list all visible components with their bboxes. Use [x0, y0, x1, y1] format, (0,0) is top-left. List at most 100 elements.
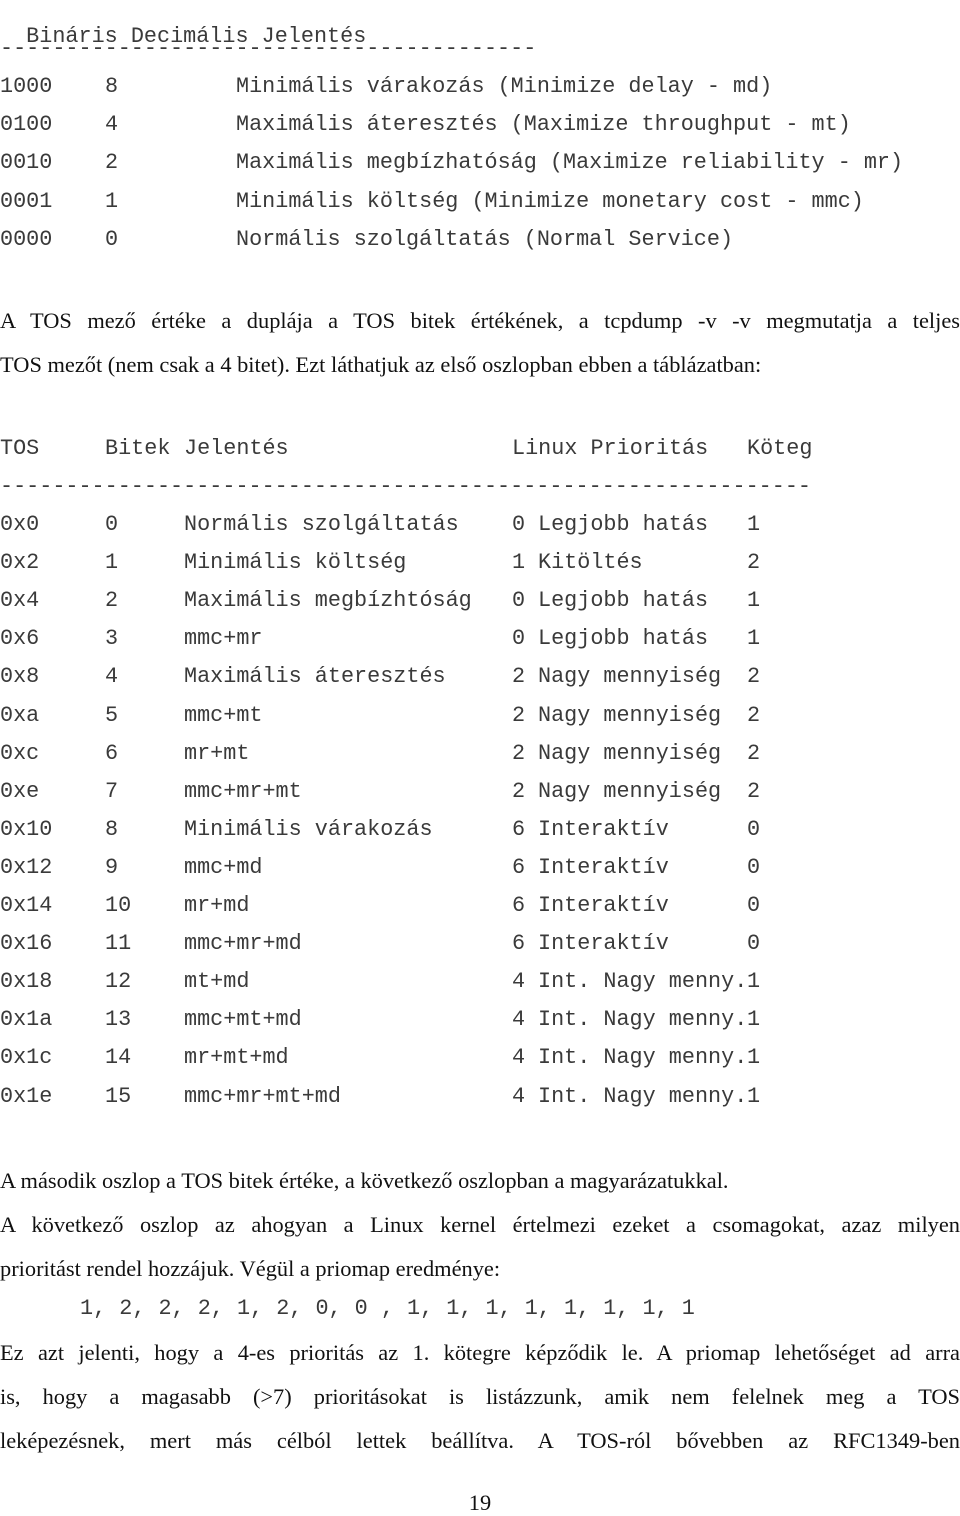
table2-cell-prio-name: Interaktív — [538, 854, 669, 880]
table1-row: 0000 0 Normális szolgáltatás (Normal Servi… — [0, 227, 960, 253]
table2-cell-prio: 2 — [512, 778, 526, 804]
table2-cell-bits: 15 — [105, 1083, 132, 1109]
table2-cell-prio: 4 — [512, 1007, 526, 1033]
table2-cell-band: 0 — [747, 816, 761, 842]
table2-cell-prio-name: Int. Nagy menny. — [538, 1007, 748, 1033]
priomap-values: 1, 2, 2, 2, 1, 2, 0, 0 , 1, 1, 1, 1, 1, … — [80, 1296, 695, 1321]
table2-cell-band: 1 — [747, 1045, 761, 1071]
table2-cell-bits: 10 — [105, 893, 132, 918]
table2-cell-meaning: mr+mt — [184, 740, 250, 766]
table2-cell-band: 2 — [747, 550, 761, 576]
table2-cell-tos: 0xe — [0, 778, 40, 804]
table1-separator: ----------------------------------------… — [0, 36, 537, 61]
table2-cell-meaning: mmc+md — [184, 854, 263, 880]
table2-row: 0xc 6 mr+mt 2 Nagy mennyiség 2 — [0, 741, 960, 767]
table2-cell-prio: 2 — [512, 702, 526, 728]
table2-cell-tos: 0x6 — [0, 626, 40, 652]
table1-row: 0100 4 Maximális áteresztés (Maximize thro… — [0, 112, 960, 138]
table2-header: TOS Bitek Jelentés Linux Prioritás Köteg — [0, 436, 960, 462]
table2-cell-meaning: Minimális költség — [184, 550, 407, 576]
paragraph1-line1: A TOS mező értéke a duplája a TOS bitek … — [0, 308, 960, 333]
table2-cell-band: 1 — [747, 626, 761, 652]
table2-header-priority: Linux Prioritás — [512, 436, 709, 461]
table1-cell-decimal: 4 — [105, 112, 119, 138]
table2-cell-bits: 9 — [105, 854, 119, 880]
table2-cell-tos: 0x1e — [0, 1083, 53, 1109]
table2-row: 0xa 5 mmc+mt 2 Nagy mennyiség 2 — [0, 703, 960, 729]
table1-row: 1000 8 Minimális várakozás (Minimize delay… — [0, 74, 960, 100]
table2-cell-prio-name: Int. Nagy menny. — [538, 1045, 748, 1071]
table2-cell-tos: 0xc — [0, 740, 40, 766]
table2-cell-bits: 0 — [105, 512, 119, 537]
table2-header-band: Köteg — [747, 436, 813, 461]
paragraph2-line1: A második oszlop a TOS bitek értéke, a k… — [0, 1168, 729, 1193]
table2-cell-bits: 4 — [105, 664, 119, 690]
table2-cell-meaning: mr+mt+md — [184, 1045, 289, 1071]
table2-cell-prio-name: Nagy mennyiség — [538, 664, 722, 690]
table2-cell-bits: 3 — [105, 626, 119, 652]
table2-cell-tos: 0x16 — [0, 931, 53, 957]
table2-cell-tos: 0x14 — [0, 893, 53, 918]
table1-cell-meaning: Maximális megbízhatóság (Maximize reliab… — [236, 150, 904, 176]
table2-cell-prio-name: Legjobb hatás — [538, 512, 709, 537]
table2-cell-band: 0 — [747, 893, 761, 918]
table1-cell-binary: 1000 — [0, 74, 53, 99]
table2-cell-prio-name: Kitöltés — [538, 550, 643, 576]
table2-cell-meaning: Maximális megbízhtóság — [184, 588, 472, 614]
table2-cell-prio-name: Int. Nagy menny. — [538, 1083, 748, 1109]
paragraph2-line3: prioritást rendel hozzájuk. Végül a prio… — [0, 1256, 501, 1281]
table2-cell-meaning: Normális szolgáltatás — [184, 512, 459, 537]
table2-row: 0x18 12 mt+md 4 Int. Nagy menny. 1 — [0, 969, 960, 995]
page-number: 19 — [468, 1490, 492, 1515]
table1-cell-binary: 0001 — [0, 188, 53, 214]
table2-header-bits: Bitek — [105, 436, 171, 461]
paragraph2-line2: A következő oszlop az ahogyan a Linux ke… — [0, 1212, 960, 1237]
table2-header-meaning: Jelentés — [184, 436, 289, 461]
table2-cell-meaning: mmc+mr+md — [184, 931, 302, 957]
table2-cell-band: 1 — [747, 588, 761, 614]
table2-row: 0x1c 14 mr+mt+md 4 Int. Nagy menny. 1 — [0, 1045, 960, 1071]
table1-row: 0010 2 Maximális megbízhatóság (Maximize r… — [0, 150, 960, 176]
table2-cell-band: 1 — [747, 969, 761, 995]
table1-cell-binary: 0100 — [0, 112, 53, 138]
table1-cell-meaning: Maximális áteresztés (Maximize throughpu… — [236, 112, 851, 138]
table2-cell-bits: 2 — [105, 588, 119, 614]
table2-cell-bits: 8 — [105, 816, 119, 842]
table2-cell-prio: 4 — [512, 969, 526, 995]
table2-cell-tos: 0xa — [0, 702, 40, 728]
table2-cell-prio: 4 — [512, 1083, 526, 1109]
table2-cell-prio: 1 — [512, 550, 526, 576]
table2-cell-prio-name: Int. Nagy menny. — [538, 969, 748, 995]
table2-row: 0x8 4 Maximális áteresztés 2 Nagy mennyiség 2 — [0, 664, 960, 690]
table2-cell-band: 0 — [747, 854, 761, 880]
table2-cell-prio: 6 — [512, 893, 526, 918]
table2-cell-band: 1 — [747, 1007, 761, 1033]
table1-row: 0001 1 Minimális költség (Minimize monetar… — [0, 189, 960, 215]
table2-row: 0x0 0 Normális szolgáltatás 0 Legjobb hatás 1 — [0, 512, 960, 538]
table2-cell-band: 1 — [747, 1083, 761, 1109]
table1-cell-meaning: Normális szolgáltatás (Normal Service) — [236, 226, 734, 252]
table2-cell-meaning: Minimális várakozás — [184, 816, 433, 842]
table2-cell-bits: 14 — [105, 1045, 132, 1071]
table2-cell-bits: 6 — [105, 740, 119, 766]
table2-cell-prio: 2 — [512, 664, 526, 690]
paragraph3-line3: leképezésnek, mert más célból lettek beá… — [0, 1428, 960, 1453]
table1-cell-binary: 0010 — [0, 150, 53, 176]
table2-cell-prio: 2 — [512, 740, 526, 766]
table2-row: 0xe 7 mmc+mr+mt 2 Nagy mennyiség 2 — [0, 779, 960, 805]
table2-cell-band: 2 — [747, 664, 761, 690]
table2-cell-meaning: mmc+mt — [184, 702, 263, 728]
table2-cell-tos: 0x2 — [0, 550, 40, 576]
table2-cell-prio: 6 — [512, 931, 526, 957]
table2-cell-bits: 13 — [105, 1007, 132, 1033]
table2-cell-tos: 0x10 — [0, 816, 53, 842]
table2-cell-prio-name: Interaktív — [538, 931, 669, 957]
table2-row: 0x2 1 Minimális költség 1 Kitöltés 2 — [0, 550, 960, 576]
table2-cell-band: 2 — [747, 702, 761, 728]
table2-cell-bits: 1 — [105, 550, 119, 576]
table2-cell-band: 0 — [747, 931, 761, 957]
table2-cell-tos: 0x8 — [0, 664, 40, 690]
table2-row: 0x6 3 mmc+mr 0 Legjobb hatás 1 — [0, 626, 960, 652]
table2-row: 0x1a 13 mmc+mt+md 4 Int. Nagy menny. 1 — [0, 1007, 960, 1033]
table2-header-tos: TOS — [0, 436, 40, 461]
